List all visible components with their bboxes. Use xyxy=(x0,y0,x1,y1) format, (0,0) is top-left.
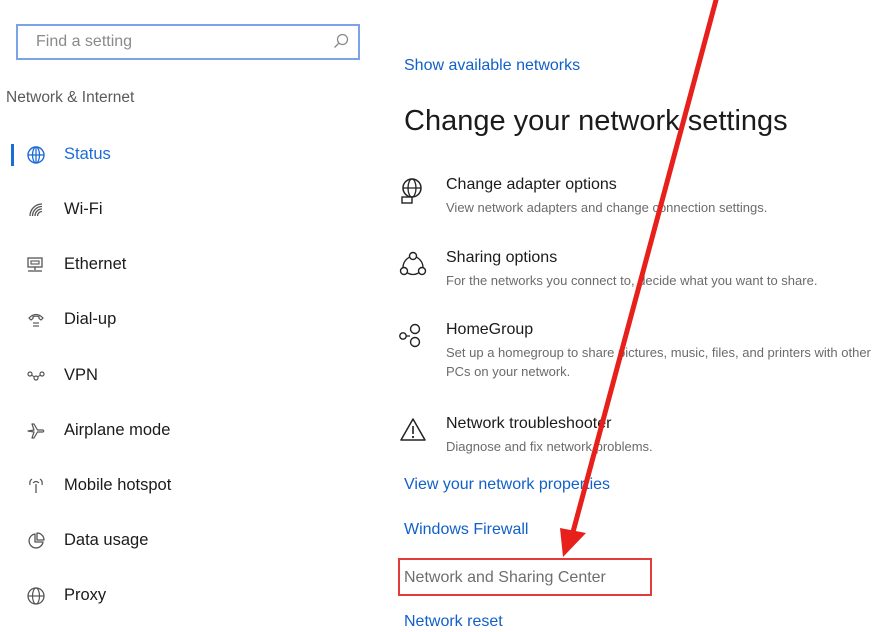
sidebar-item-label: Data usage xyxy=(64,531,149,549)
search-icon[interactable] xyxy=(332,32,350,50)
sidebar-item-label: Airplane mode xyxy=(64,421,171,439)
adapter-icon xyxy=(401,178,422,204)
active-indicator xyxy=(11,144,14,166)
hotspot-icon xyxy=(29,478,43,493)
sidebar-item-label: Proxy xyxy=(64,586,107,604)
sidebar-item-label: Status xyxy=(64,145,111,163)
annotation-highlight-box xyxy=(398,558,652,596)
sidebar-item-label: Dial-up xyxy=(64,310,117,328)
sidebar-item-label: Mobile hotspot xyxy=(64,476,172,494)
option-description: Set up a homegroup to share pictures, mu… xyxy=(446,345,871,379)
option-description: View network adapters and change connect… xyxy=(446,200,768,215)
sidebar-item-ethernet[interactable]: Ethernet xyxy=(0,247,330,283)
page-title: Change your network settings xyxy=(404,105,788,137)
sidebar-item-hotspot[interactable]: Mobile hotspot xyxy=(0,468,330,504)
sidebar-item-airplane[interactable]: Airplane mode xyxy=(0,413,330,449)
sidebar-item-proxy[interactable]: Proxy xyxy=(0,578,330,614)
sidebar-item-dialup[interactable]: Dial-up xyxy=(0,302,330,338)
sidebar-item-label: Wi-Fi xyxy=(64,200,103,218)
sidebar-item-wifi[interactable]: Wi-Fi xyxy=(0,192,330,228)
sidebar-item-status[interactable]: Status xyxy=(0,137,330,173)
search-box[interactable] xyxy=(16,24,360,60)
globe-icon xyxy=(27,587,45,605)
warning-icon xyxy=(400,418,426,441)
windows-firewall-link[interactable]: Windows Firewall xyxy=(404,521,528,539)
option-title: HomeGroup xyxy=(446,321,534,338)
option-description: For the networks you connect to, decide … xyxy=(446,273,818,288)
sidebar-item-vpn[interactable]: VPN xyxy=(0,358,330,394)
globe-icon xyxy=(27,146,45,164)
phone-icon xyxy=(28,313,44,327)
search-input[interactable] xyxy=(18,26,318,58)
option-description: Diagnose and fix network problems. xyxy=(446,439,653,454)
wifi-icon xyxy=(29,203,43,217)
show-available-networks-link[interactable]: Show available networks xyxy=(404,57,580,75)
sidebar-item-label: Ethernet xyxy=(64,255,127,273)
sidebar-item-data-usage[interactable]: Data usage xyxy=(0,523,330,559)
sidebar-item-label: VPN xyxy=(64,366,98,384)
network-reset-link[interactable]: Network reset xyxy=(404,613,503,631)
view-network-properties-link[interactable]: View your network properties xyxy=(404,476,610,494)
ethernet-icon xyxy=(27,257,43,272)
homegroup-icon xyxy=(399,323,421,348)
section-title: Network & Internet xyxy=(6,89,135,106)
option-title: Sharing options xyxy=(446,249,558,266)
vpn-icon xyxy=(27,371,45,381)
option-title: Network troubleshooter xyxy=(446,415,612,432)
airplane-icon xyxy=(27,423,45,439)
option-title: Change adapter options xyxy=(446,176,617,193)
sharing-icon xyxy=(399,251,427,276)
pie-chart-icon xyxy=(28,532,45,549)
